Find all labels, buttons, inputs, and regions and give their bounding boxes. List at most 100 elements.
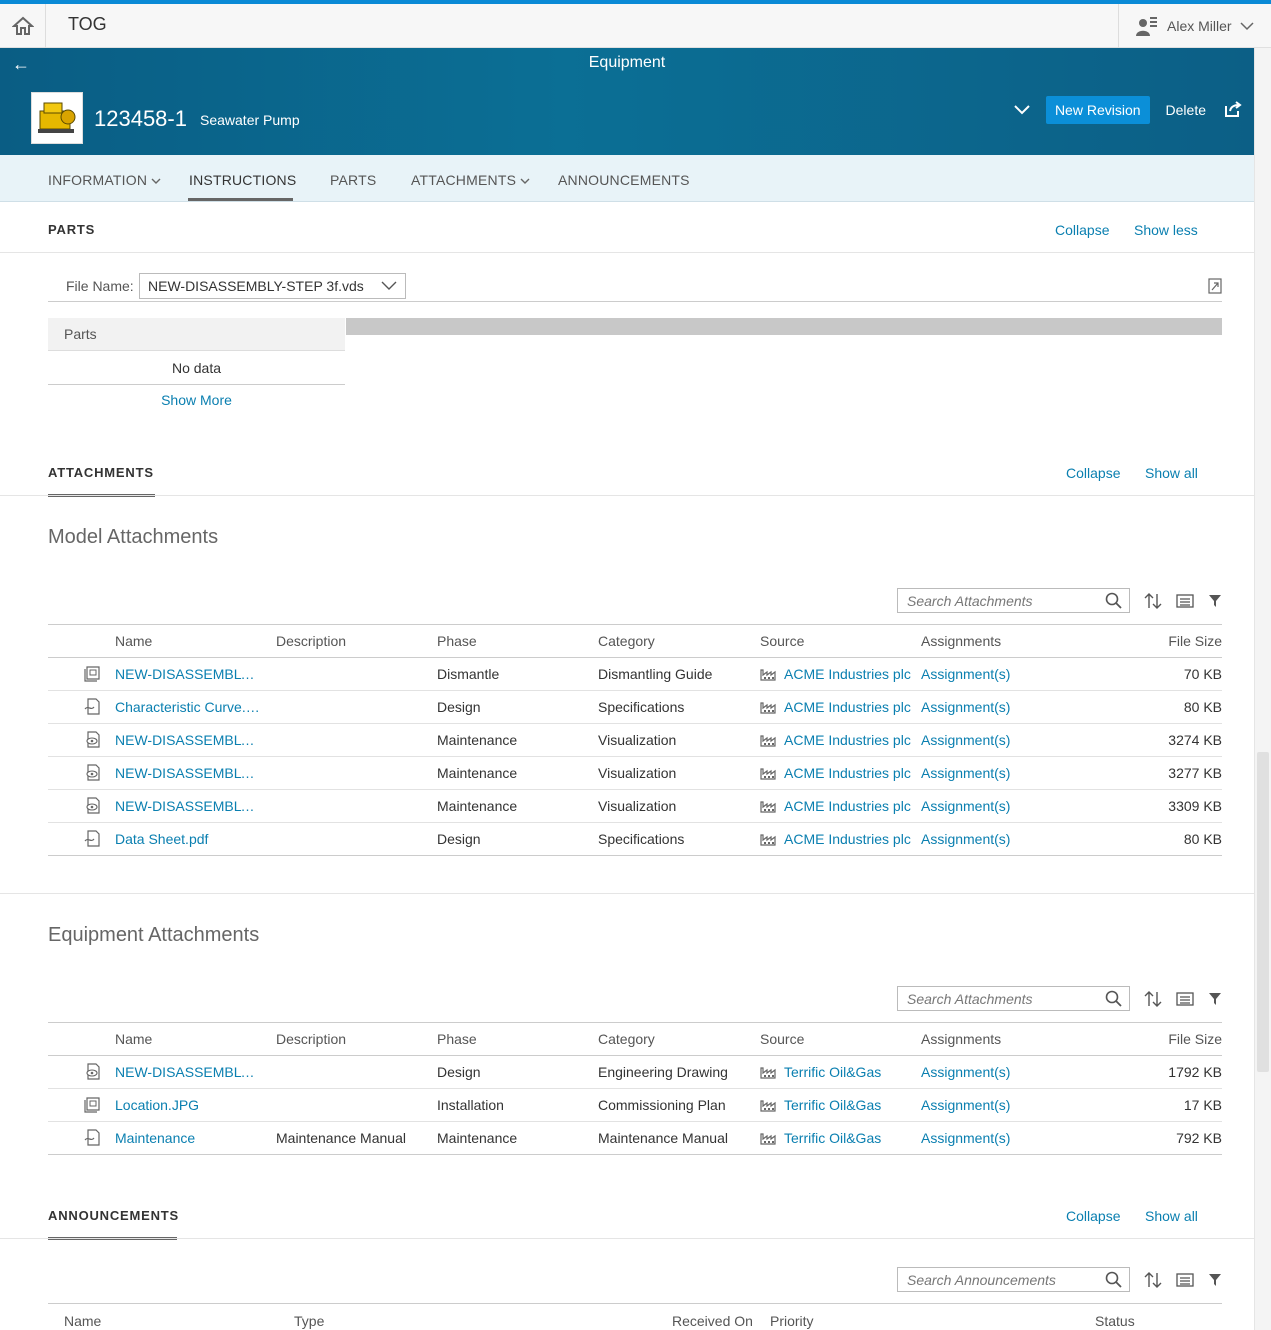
new-revision-button[interactable]: New Revision bbox=[1045, 96, 1150, 124]
filter-icon[interactable] bbox=[1208, 593, 1222, 609]
table-row[interactable]: Characteristic Curve.pdf Design Specificat… bbox=[48, 690, 1222, 724]
equipment-attachments-search-input[interactable]: Search Attachments bbox=[897, 986, 1130, 1011]
attachment-name-link[interactable]: NEW-DISASSEMBLY-STEP 3f.vds bbox=[115, 732, 260, 748]
sort-icon[interactable] bbox=[1144, 592, 1162, 610]
share-icon[interactable] bbox=[1224, 100, 1242, 120]
announcements-collapse-link[interactable]: Collapse bbox=[1066, 1208, 1120, 1224]
col-phase[interactable]: Phase bbox=[437, 1022, 598, 1056]
col-source[interactable]: Source bbox=[760, 1022, 921, 1056]
col-phase[interactable]: Phase bbox=[437, 624, 598, 658]
col-status[interactable]: Status bbox=[1095, 1313, 1135, 1329]
col-name[interactable]: Name bbox=[115, 1022, 276, 1056]
parts-show-less-link[interactable]: Show less bbox=[1134, 222, 1198, 238]
attachment-source-link[interactable]: Terrific Oil&Gas bbox=[784, 1130, 881, 1146]
table-row[interactable]: NEW-DISASSEMBLY-STEP 4.vds MaintenanceVis… bbox=[48, 756, 1222, 790]
attachment-source-link[interactable]: Terrific Oil&Gas bbox=[784, 1064, 881, 1080]
search-icon[interactable] bbox=[1105, 990, 1122, 1007]
table-row[interactable]: Data Sheet.pdf Design Specifications ACME I… bbox=[48, 822, 1222, 856]
table-row[interactable]: Location.JPG Installation Commissioning Pl… bbox=[48, 1088, 1222, 1122]
group-icon[interactable] bbox=[1176, 593, 1194, 609]
attachment-source-link[interactable]: ACME Industries plc bbox=[784, 765, 911, 781]
attachments-collapse-link[interactable]: Collapse bbox=[1066, 465, 1120, 481]
col-file-size[interactable]: File Size bbox=[1082, 624, 1222, 658]
tab-attachments[interactable]: ATTACHMENTS bbox=[411, 172, 530, 188]
col-name[interactable]: Name bbox=[115, 624, 276, 658]
vds-file-icon bbox=[85, 763, 100, 781]
attachment-name-link[interactable]: Location.JPG bbox=[115, 1097, 260, 1113]
search-icon[interactable] bbox=[1105, 592, 1122, 609]
search-placeholder: Search Announcements bbox=[907, 1272, 1056, 1288]
assignments-link[interactable]: Assignment(s) bbox=[921, 1130, 1010, 1146]
pdf-file-icon bbox=[84, 829, 100, 847]
model-attachments-search-input[interactable]: Search Attachments bbox=[897, 588, 1130, 613]
divider bbox=[0, 495, 1254, 496]
table-row[interactable]: NEW-DISASSEMBLY-STEP 5.vds MaintenanceVis… bbox=[48, 789, 1222, 823]
tab-announcements[interactable]: ANNOUNCEMENTS bbox=[558, 172, 690, 188]
attachment-name-link[interactable]: NEW-DISASSEMBLY-STEP 5.vds bbox=[115, 798, 260, 814]
attachment-category: Specifications bbox=[598, 690, 760, 724]
col-description[interactable]: Description bbox=[276, 624, 437, 658]
sort-icon[interactable] bbox=[1144, 1271, 1162, 1289]
attachment-source-link[interactable]: Terrific Oil&Gas bbox=[784, 1097, 881, 1113]
user-menu[interactable]: Alex Miller bbox=[1118, 4, 1271, 48]
home-button[interactable] bbox=[0, 4, 46, 48]
col-file-size[interactable]: File Size bbox=[1082, 1022, 1222, 1056]
scrollbar-track[interactable] bbox=[1254, 48, 1271, 1330]
assignments-link[interactable]: Assignment(s) bbox=[921, 732, 1010, 748]
delete-button[interactable]: Delete bbox=[1158, 97, 1214, 123]
assignments-link[interactable]: Assignment(s) bbox=[921, 1064, 1010, 1080]
assignments-link[interactable]: Assignment(s) bbox=[921, 831, 1010, 847]
attachment-name-link[interactable]: NEW-DISASSEMBLY-STEP 1.jpg bbox=[115, 666, 260, 682]
parts-show-more-link[interactable]: Show More bbox=[48, 392, 345, 408]
col-category[interactable]: Category bbox=[598, 624, 760, 658]
assignments-link[interactable]: Assignment(s) bbox=[921, 765, 1010, 781]
col-received-on[interactable]: Received On bbox=[672, 1313, 753, 1329]
assignments-link[interactable]: Assignment(s) bbox=[921, 1097, 1010, 1113]
file-name-select[interactable]: NEW-DISASSEMBLY-STEP 3f.vds bbox=[139, 273, 406, 299]
announcements-search-input[interactable]: Search Announcements bbox=[897, 1267, 1130, 1292]
attachment-source-link[interactable]: ACME Industries plc bbox=[784, 732, 911, 748]
col-name[interactable]: Name bbox=[64, 1313, 101, 1329]
attachment-name-link[interactable]: Maintenance bbox=[115, 1130, 260, 1146]
col-assignments[interactable]: Assignments bbox=[921, 624, 1082, 658]
announcements-show-all-link[interactable]: Show all bbox=[1145, 1208, 1198, 1224]
col-assignments[interactable]: Assignments bbox=[921, 1022, 1082, 1056]
attachment-name-link[interactable]: NEW-DISASSEMBLY-STEP 4.vds bbox=[115, 765, 260, 781]
table-row[interactable]: NEW-DISASSEMBLY-STEP 3f.vds MaintenanceVi… bbox=[48, 723, 1222, 757]
table-row[interactable]: NEW-DISASSEMBLY-STEP 1.jpg DismantleDisma… bbox=[48, 657, 1222, 691]
scrollbar-thumb[interactable] bbox=[1257, 752, 1269, 1072]
col-category[interactable]: Category bbox=[598, 1022, 760, 1056]
sort-icon[interactable] bbox=[1144, 990, 1162, 1008]
filter-icon[interactable] bbox=[1208, 1272, 1222, 1288]
attachment-source-link[interactable]: ACME Industries plc bbox=[784, 666, 911, 682]
parts-collapse-link[interactable]: Collapse bbox=[1055, 222, 1109, 238]
group-icon[interactable] bbox=[1176, 1272, 1194, 1288]
attachment-category: Visualization bbox=[598, 723, 760, 757]
table-row[interactable]: NEW-DISASSEMBLY-STEP.vds DesignEngineerin… bbox=[48, 1055, 1222, 1089]
attachment-name-link[interactable]: Characteristic Curve.pdf bbox=[115, 699, 260, 715]
col-priority[interactable]: Priority bbox=[770, 1313, 814, 1329]
tab-parts[interactable]: PARTS bbox=[330, 172, 376, 188]
assignments-link[interactable]: Assignment(s) bbox=[921, 699, 1010, 715]
fullscreen-icon[interactable] bbox=[1208, 278, 1222, 294]
col-description[interactable]: Description bbox=[276, 1022, 437, 1056]
table-row[interactable]: Maintenance Maintenance Manual Maintenance… bbox=[48, 1121, 1222, 1155]
assignments-link[interactable]: Assignment(s) bbox=[921, 798, 1010, 814]
expand-chevron-icon[interactable] bbox=[1014, 102, 1030, 118]
search-icon[interactable] bbox=[1105, 1271, 1122, 1288]
assignments-link[interactable]: Assignment(s) bbox=[921, 666, 1010, 682]
col-type[interactable]: Type bbox=[294, 1313, 324, 1329]
filter-icon[interactable] bbox=[1208, 991, 1222, 1007]
tab-instructions[interactable]: INSTRUCTIONS bbox=[189, 172, 296, 188]
attachment-source-link[interactable]: ACME Industries plc bbox=[784, 798, 911, 814]
file-name-value: NEW-DISASSEMBLY-STEP 3f.vds bbox=[148, 278, 364, 294]
tab-information[interactable]: INFORMATION bbox=[48, 172, 161, 188]
parts-no-data: No data bbox=[48, 351, 345, 385]
attachment-name-link[interactable]: Data Sheet.pdf bbox=[115, 831, 260, 847]
attachment-name-link[interactable]: NEW-DISASSEMBLY-STEP.vds bbox=[115, 1064, 260, 1080]
group-icon[interactable] bbox=[1176, 991, 1194, 1007]
attachment-source-link[interactable]: ACME Industries plc bbox=[784, 699, 911, 715]
attachment-source-link[interactable]: ACME Industries plc bbox=[784, 831, 911, 847]
col-source[interactable]: Source bbox=[760, 624, 921, 658]
attachments-show-all-link[interactable]: Show all bbox=[1145, 465, 1198, 481]
